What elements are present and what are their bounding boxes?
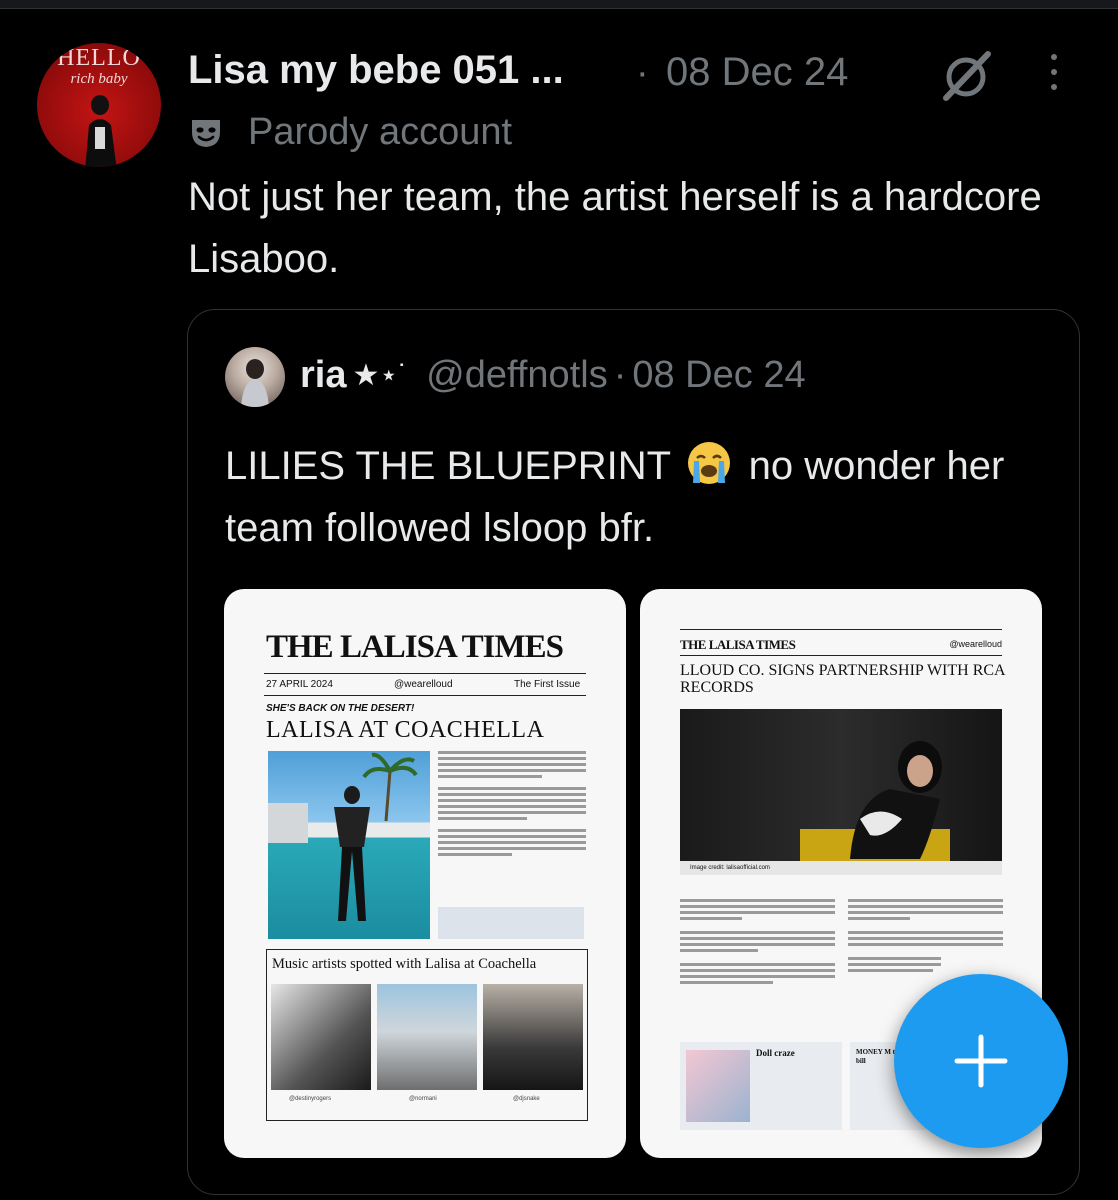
compose-button[interactable]	[894, 974, 1068, 1148]
artists-spotted-box: Music artists spotted with Lalisa at Coa…	[266, 949, 588, 1121]
quoted-date[interactable]: 08 Dec 24	[632, 354, 805, 397]
doll-craze-card: Doll craze	[680, 1042, 842, 1130]
author-avatar[interactable]: HELLO rich baby	[37, 43, 161, 167]
theater-mask-icon	[192, 120, 220, 147]
masthead-rule	[264, 673, 586, 674]
top-divider	[0, 0, 1118, 9]
quoted-author-avatar[interactable]	[225, 347, 285, 407]
doll-craze-title: Doll craze	[756, 1048, 795, 1058]
pool-figure-image	[268, 752, 418, 921]
header-separator: ·	[636, 52, 649, 94]
masthead-title-2: THE LALISA TIMES	[680, 637, 796, 652]
issue-handle: @wearelloud	[394, 679, 453, 690]
author-name[interactable]: Lisa my bebe 051 ...	[188, 48, 564, 93]
more-options-icon[interactable]	[1044, 54, 1064, 94]
article-body-right	[848, 899, 1003, 975]
article-headline: LALISA AT COACHELLA	[266, 717, 545, 743]
lisa-photo	[680, 709, 1002, 861]
grok-icon[interactable]	[938, 48, 994, 104]
quoted-name-stars: ★⋆˙	[352, 359, 409, 392]
lisa-figure-image	[800, 741, 950, 861]
article-kicker: SHE'S BACK ON THE DESERT!	[266, 703, 415, 714]
quoted-text: LILIES THE BLUEPRINT no wonder her team …	[225, 435, 1045, 559]
quoted-author-name[interactable]: ria	[300, 354, 346, 397]
top-rule-2	[680, 629, 1002, 630]
artist-credit-1: @destinyrogers	[289, 1096, 332, 1102]
parody-account-label: Parody account	[248, 110, 513, 153]
quoted-avatar-figure-image	[241, 359, 269, 407]
article-body-text	[438, 751, 586, 859]
quoted-separator: ·	[613, 354, 627, 396]
artist-credit-3: @djsnake	[513, 1096, 540, 1102]
instagram-caption-box	[438, 907, 584, 939]
parody-badge: Parody account	[188, 108, 512, 156]
photo-credit: Image credit: lalisaofficial.com	[680, 861, 1002, 875]
artist-credit-2: @normani	[409, 1096, 437, 1102]
tweet-date[interactable]: 08 Dec 24	[666, 50, 848, 95]
avatar-text-hello: HELLO	[57, 45, 141, 71]
quoted-text-part1: LILIES THE BLUEPRINT	[225, 444, 671, 488]
quoted-header: ria ★⋆˙ @deffnotls · 08 Dec 24	[300, 354, 806, 397]
issue-date: 27 APRIL 2024	[266, 679, 333, 690]
article-body-left	[680, 899, 835, 987]
meta-rule	[264, 695, 586, 696]
issue-label: The First Issue	[514, 679, 581, 690]
attached-image-1[interactable]: THE LALISA TIMES 27 APRIL 2024 @wearello…	[224, 589, 626, 1158]
loudly-crying-face-icon	[688, 442, 731, 484]
coachella-pool-photo	[268, 751, 430, 939]
article-headline-2: LLOUD CO. SIGNS PARTNERSHIP WITH RCA REC…	[680, 662, 1005, 696]
masthead-rule-2	[680, 655, 1002, 656]
avatar-figure-image	[85, 95, 117, 167]
quoted-author-handle[interactable]: @deffnotls	[426, 354, 608, 397]
artists-box-title: Music artists spotted with Lalisa at Coa…	[272, 956, 537, 972]
doll-craze-photo	[686, 1050, 750, 1122]
plus-icon	[954, 1034, 1008, 1088]
artist-photo-3	[483, 984, 583, 1090]
artist-photo-1	[271, 984, 371, 1090]
masthead-title: THE LALISA TIMES	[266, 629, 564, 665]
tweet-text: Not just her team, the artist herself is…	[188, 175, 1042, 281]
avatar-text-rich-baby: rich baby	[70, 71, 128, 87]
masthead-handle-2: @wearelloud	[949, 639, 1002, 649]
artist-photo-2	[377, 984, 477, 1090]
